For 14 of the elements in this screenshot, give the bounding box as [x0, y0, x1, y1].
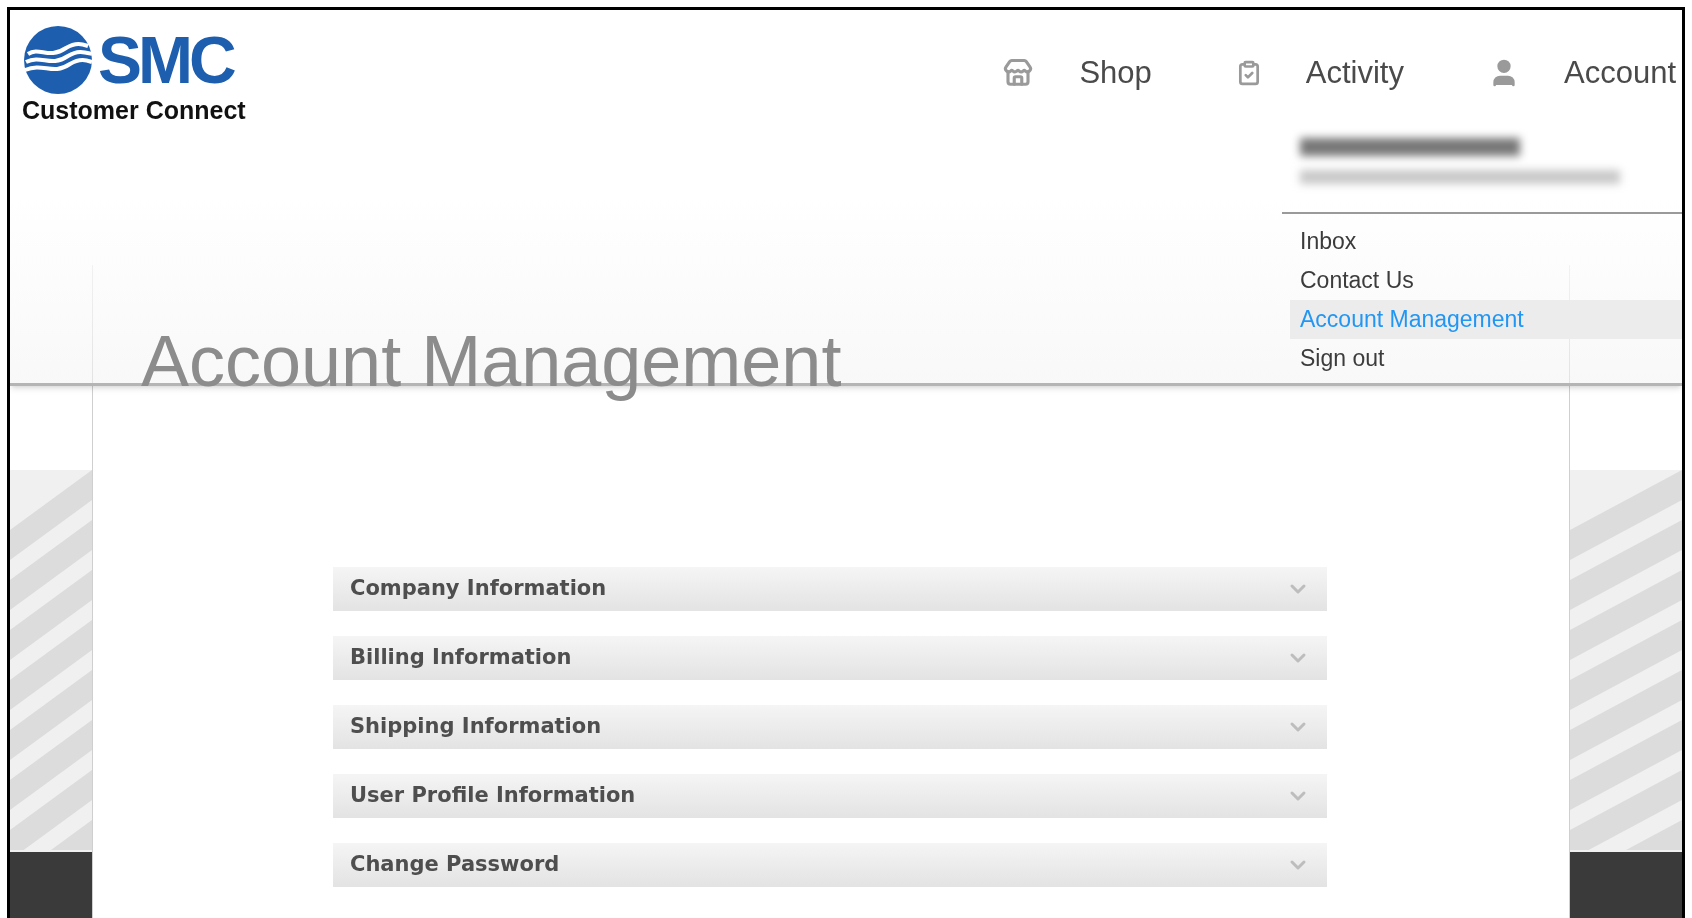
accordion-header[interactable]: Billing Information — [333, 636, 1327, 680]
accordion-header[interactable]: Shipping Information — [333, 705, 1327, 749]
accordion-header[interactable]: Company Information — [333, 567, 1327, 611]
globe-logo-icon — [22, 24, 94, 96]
logo-subtitle: Customer Connect — [22, 98, 246, 123]
nav-link[interactable]: Account — [1488, 50, 1676, 97]
menu-item[interactable]: Sign out — [1290, 339, 1682, 378]
menu-item[interactable]: Contact Us — [1290, 261, 1682, 300]
nav-link[interactable]: Activity — [1235, 50, 1404, 97]
nav-link[interactable]: Shop — [1001, 50, 1152, 97]
menu-item[interactable]: Inbox — [1290, 222, 1682, 261]
brand-logo-text: SMC — [98, 27, 235, 93]
accordion-header[interactable]: User Profile Information — [333, 774, 1327, 818]
accordion-header[interactable]: Change Password — [333, 843, 1327, 887]
